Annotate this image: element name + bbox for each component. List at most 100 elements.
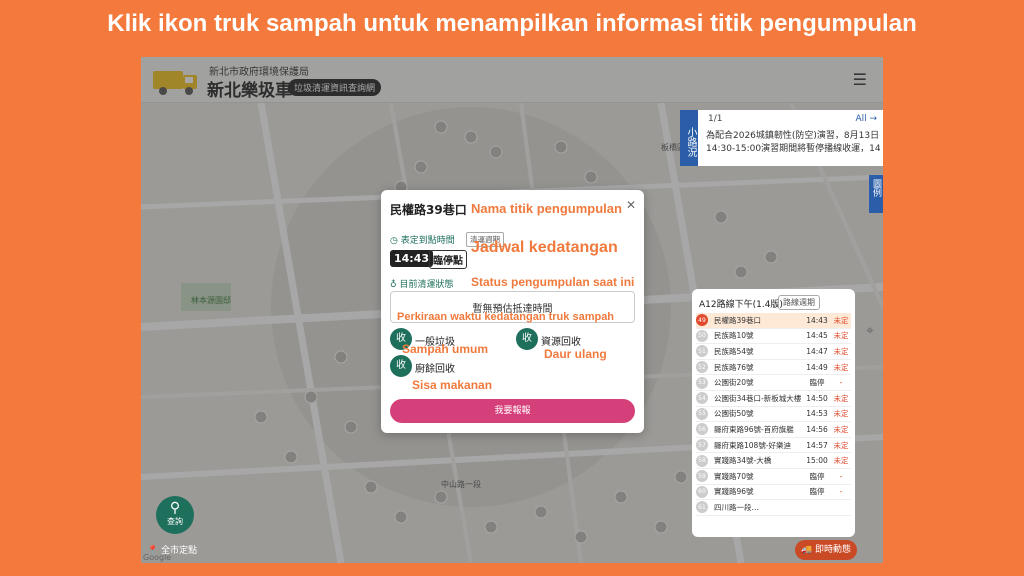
notice-line: 14:30-15:00演習期間將暫停播線收運，14:30後…	[706, 144, 880, 154]
status-label: ♁ 目前清運狀態	[390, 280, 454, 290]
route-stop-name: 民族路10號	[714, 331, 754, 341]
search-button[interactable]: ⚲ 查詢	[156, 496, 194, 534]
route-stop-status: -	[839, 471, 843, 481]
notice-all-link[interactable]: All →	[855, 114, 877, 124]
route-stop-time: 14:53	[806, 409, 828, 419]
annotation-name: Nama titik pengumpulan	[471, 201, 622, 216]
route-stop-number: 58	[696, 454, 708, 467]
route-stop-name: 實踐路96號	[714, 487, 754, 497]
schedule-label-text: 表定到點時間	[400, 236, 455, 246]
route-stop-row[interactable]: 54 公園街34巷口-新板城大樓 14:50 未定	[696, 391, 851, 407]
annotation-general: Sampah umum	[402, 342, 489, 356]
route-stop-number: 49	[696, 314, 708, 327]
route-stop-status: 未定	[833, 424, 849, 434]
route-stop-row[interactable]: 50 民族路10號 14:45 未定	[696, 329, 851, 345]
route-stop-time: 15:00	[806, 456, 828, 466]
annotation-status: Status pengumpulan saat ini	[471, 275, 635, 289]
live-status-button[interactable]: 🚚 即時動態	[795, 540, 857, 560]
route-stop-row[interactable]: 57 縣府東路108號-好樂迪 14:57 未定	[696, 438, 851, 454]
route-stop-name: 公園街34巷口-新板城大樓	[714, 393, 802, 403]
search-icon: ⚲	[169, 500, 181, 516]
annotation-schedule: Jadwal kedatangan	[471, 239, 618, 256]
recycling-label: 資源回收	[541, 337, 581, 348]
route-title: A12路線下午(1.4版)	[699, 300, 783, 310]
route-stop-status: 未定	[833, 409, 849, 419]
route-stop-name: 公園街50號	[714, 409, 754, 419]
route-stop-row[interactable]: 56 縣府東路96號-首府旗艦 14:56 未定	[696, 422, 851, 438]
notice-count: 1/1	[708, 114, 723, 124]
app-screenshot: 林本源園邸 板橋區 中山路一段 新北市政府環境保護局 新北樂圾車 垃圾清運資訊查…	[141, 57, 883, 563]
route-stop-row[interactable]: 58 實踐路34號-大橋 15:00 未定	[696, 453, 851, 469]
report-button[interactable]: 我要報報	[390, 399, 635, 423]
route-stop-row[interactable]: 61 四川路一段…	[696, 500, 851, 516]
route-stop-time: 14:45	[806, 331, 828, 341]
live-status-label: 即時動態	[815, 545, 852, 555]
route-stop-status: -	[839, 487, 843, 497]
route-stop-number: 50	[696, 329, 708, 342]
route-stop-number: 61	[696, 501, 708, 514]
route-stop-status: 未定	[833, 315, 849, 325]
route-stop-row[interactable]: 51 民族路54號 14:47 未定	[696, 344, 851, 360]
route-stop-number: 55	[696, 407, 708, 420]
route-stop-number: 51	[696, 345, 708, 358]
route-panel: A12路線下午(1.4版) 路線週期 49 民權路39巷口 14:43 未定 50 民族路…	[692, 289, 855, 537]
route-stop-row[interactable]: 49 民權路39巷口 14:43 未定	[696, 313, 851, 329]
route-stop-name: 四川路一段…	[714, 502, 759, 512]
status-label-text: 目前清運狀態	[399, 280, 454, 290]
notice-line: 為配合2026城鎮韌性(防空)演習，8月13日(四)下午	[706, 131, 880, 141]
point-name: 民權路39巷口	[390, 203, 467, 217]
route-stop-time: 14:47	[806, 346, 828, 356]
collect-badge: 收	[390, 355, 412, 377]
route-stop-status: -	[839, 378, 843, 388]
temp-stop-badge: 臨停點	[429, 250, 467, 269]
notice-panel[interactable]: 小路況 1/1 All → 為配合2026城鎮韌性(防空)演習，8月13日(四)…	[680, 110, 883, 166]
route-period-button[interactable]: 路線週期	[778, 295, 820, 310]
route-stop-row[interactable]: 53 公園街20號 臨停 -	[696, 375, 851, 391]
route-stop-time: 臨停	[809, 487, 825, 497]
route-stop-status: 未定	[833, 440, 849, 450]
route-stop-row[interactable]: 52 民族路76號 14:49 未定	[696, 360, 851, 376]
food-waste-label: 廚餘回收	[415, 364, 455, 375]
route-stop-list[interactable]: 49 民權路39巷口 14:43 未定 50 民族路10號 14:45 未定 51 民族路54號 1…	[696, 313, 851, 516]
legend-tab[interactable]: 圖例	[869, 175, 883, 213]
route-stop-status: 未定	[833, 331, 849, 341]
close-icon[interactable]: ✕	[626, 198, 636, 212]
route-stop-number: 59	[696, 470, 708, 483]
route-stop-status: 未定	[833, 393, 849, 403]
google-logo: Google	[143, 553, 172, 562]
route-stop-name: 縣府東路96號-首府旗艦	[714, 424, 794, 434]
schedule-label: ◷ 表定到點時間	[390, 236, 455, 246]
route-stop-name: 實踐路34號-大橋	[714, 456, 772, 466]
route-stop-number: 60	[696, 485, 708, 498]
route-stop-name: 實踐路70號	[714, 471, 754, 481]
headline: Klik ikon truk sampah untuk menampilkan …	[107, 10, 917, 37]
route-stop-time: 14:57	[806, 440, 828, 450]
locate-icon[interactable]: ⌖	[861, 323, 879, 341]
route-stop-number: 56	[696, 423, 708, 436]
route-stop-status: 未定	[833, 456, 849, 466]
route-stop-row[interactable]: 60 實踐路96號 臨停 -	[696, 485, 851, 501]
route-stop-time: 14:49	[806, 362, 828, 372]
route-stop-row[interactable]: 59 實踐路70號 臨停 -	[696, 469, 851, 485]
annotation-food: Sisa makanan	[412, 378, 493, 392]
route-stop-status: 未定	[833, 362, 849, 372]
route-stop-time: 14:56	[806, 424, 828, 434]
route-stop-time: 14:43	[806, 315, 828, 325]
route-stop-time: 臨停	[809, 471, 825, 481]
route-stop-row[interactable]: 55 公園街50號 14:53 未定	[696, 407, 851, 423]
route-stop-number: 53	[696, 376, 708, 389]
collect-badge: 收	[516, 328, 538, 350]
search-label: 查詢	[167, 517, 183, 526]
route-stop-name: 民族路76號	[714, 362, 754, 372]
route-stop-number: 54	[696, 392, 708, 405]
notice-tab[interactable]: 小路況	[680, 110, 698, 166]
route-stop-time: 14:50	[806, 393, 828, 403]
route-stop-number: 52	[696, 361, 708, 374]
route-stop-name: 公園街20號	[714, 378, 754, 388]
annotation-eta: Perkiraan waktu kedatangan truk sampah	[397, 311, 615, 323]
route-stop-name: 民族路54號	[714, 346, 754, 356]
route-stop-time: 臨停	[809, 378, 825, 388]
scheduled-time: 14:43	[390, 250, 434, 267]
annotation-recycle: Daur ulang	[544, 347, 607, 361]
route-stop-name: 民權路39巷口	[714, 315, 762, 325]
